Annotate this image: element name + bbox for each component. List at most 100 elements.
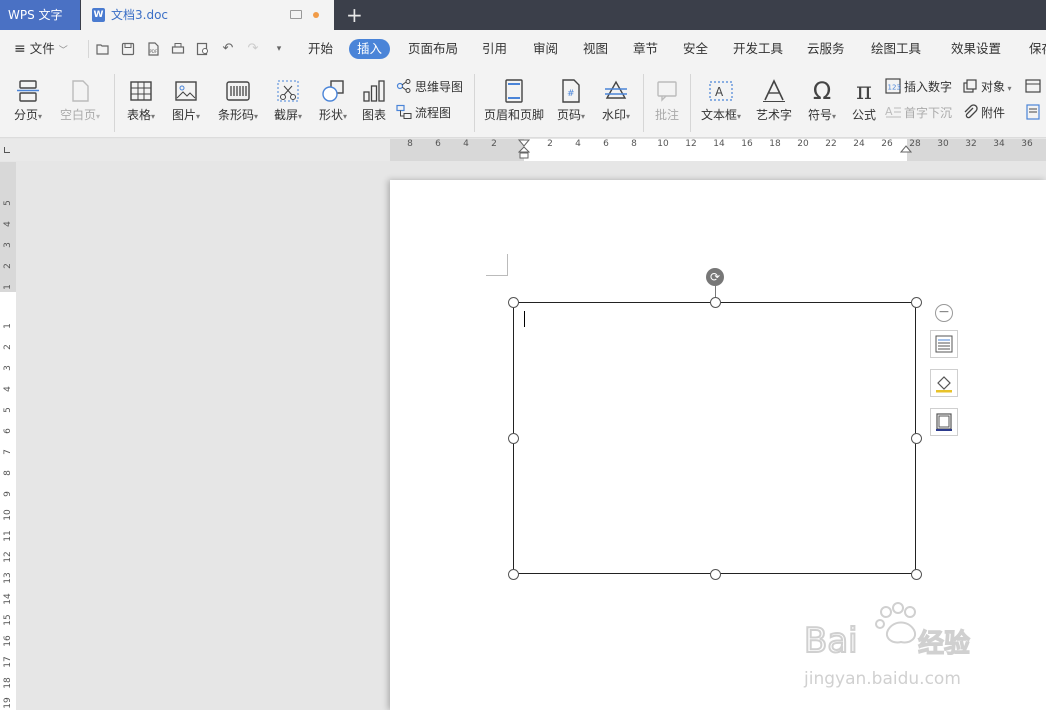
symbol-button[interactable]: Ω 符号▾ <box>802 68 842 130</box>
ribbon-divider <box>643 74 644 132</box>
header-footer-icon <box>505 79 523 103</box>
table-button[interactable]: 表格▾ <box>120 68 162 130</box>
new-tab-plus-icon[interactable]: + <box>346 4 363 26</box>
blank-page-button[interactable]: 空白页▾ <box>54 68 106 130</box>
picture-icon <box>175 81 197 101</box>
svg-text:#: # <box>567 89 575 99</box>
open-folder-icon[interactable] <box>96 42 110 56</box>
table-icon <box>130 81 152 101</box>
mind-map-button[interactable]: 思维导图 <box>396 77 463 97</box>
tab-section[interactable]: 章节 <box>633 30 658 68</box>
comment-label: 批注 <box>654 108 679 122</box>
ruler-tick: 14 <box>3 593 13 605</box>
ruler-tick: 2 <box>547 139 553 149</box>
shape-button[interactable]: 形状▾ <box>312 68 354 130</box>
vertical-ruler[interactable]: 5 4 3 2 1 1 2 3 4 5 6 7 8 9 10 11 12 13 … <box>0 162 16 710</box>
monitor-icon[interactable] <box>290 10 302 19</box>
quick-access-dropdown-icon[interactable]: ▾ <box>272 42 286 56</box>
page-number-button[interactable]: # 页码▾ <box>552 68 590 130</box>
rotate-icon[interactable]: ⟳ <box>706 268 724 286</box>
right-indent-marker-icon[interactable] <box>900 145 912 153</box>
object-button[interactable]: 对象 ▾ <box>962 77 1012 97</box>
indent-marker-icon[interactable] <box>518 139 530 159</box>
drop-cap-button[interactable]: A 首字下沉 <box>885 103 952 123</box>
resize-handle-bottom[interactable] <box>710 569 721 580</box>
collapse-toolbar-icon[interactable]: − <box>935 304 953 322</box>
save-icon[interactable] <box>121 42 135 56</box>
formula-button[interactable]: π 公式 <box>846 68 882 130</box>
ruler-tick: 14 <box>713 139 725 149</box>
tab-references[interactable]: 引用 <box>482 30 507 68</box>
paperclip-icon <box>964 104 978 119</box>
barcode-button[interactable]: 条形码▾ <box>210 68 266 130</box>
ruler-tick: 4 <box>463 139 469 149</box>
tab-review[interactable]: 审阅 <box>533 30 558 68</box>
tab-save[interactable]: 保存 <box>1029 30 1046 68</box>
tab-view[interactable]: 视图 <box>583 30 608 68</box>
resize-handle-right[interactable] <box>911 433 922 444</box>
resize-handle-top-left[interactable] <box>508 297 519 308</box>
formula-label: 公式 <box>851 108 876 122</box>
outline-button[interactable] <box>930 408 958 436</box>
app-menu-tab[interactable]: WPS 文字 <box>0 0 80 30</box>
resize-handle-top[interactable] <box>710 297 721 308</box>
pi-icon: π <box>856 77 872 105</box>
resize-handle-bottom-right[interactable] <box>911 569 922 580</box>
omega-icon: Ω <box>812 77 832 105</box>
undo-icon[interactable]: ↶ <box>221 42 235 56</box>
word-art-label: 艺术字 <box>755 108 792 122</box>
chart-button[interactable]: 图表 <box>357 68 391 130</box>
blank-page-icon <box>72 80 89 102</box>
horizontal-ruler[interactable]: 8 6 4 2 2 4 6 8 10 12 14 16 18 20 22 24 … <box>0 139 1046 161</box>
text-box[interactable] <box>513 302 916 574</box>
flowchart-label: 流程图 <box>415 106 452 120</box>
flowchart-button[interactable]: 流程图 <box>396 103 451 123</box>
tab-home[interactable]: 开始 <box>308 30 333 68</box>
text-wrap-icon <box>935 335 953 353</box>
insert-number-icon: 123 <box>885 78 901 94</box>
resize-handle-left[interactable] <box>508 433 519 444</box>
text-wrap-button[interactable] <box>930 330 958 358</box>
tab-insert[interactable]: 插入 <box>349 39 391 59</box>
print-icon[interactable] <box>171 42 185 56</box>
ruler-tick: 6 <box>3 428 13 434</box>
tab-page-layout[interactable]: 页面布局 <box>408 30 458 68</box>
object-label: 对象 <box>981 80 1006 94</box>
calendar-icon[interactable] <box>1025 77 1044 97</box>
document-icon[interactable] <box>1025 103 1044 123</box>
menu-bar: ≡ 文件 ﹀ PDF ↶ ↷ ▾ 开始 插入 页面布局 引用 审阅 视图 章节 … <box>0 30 1046 68</box>
text-box-icon: A <box>709 81 733 101</box>
resize-handle-bottom-left[interactable] <box>508 569 519 580</box>
document-tab[interactable]: W 文档3.doc <box>81 0 334 30</box>
tab-cloud-services[interactable]: 云服务 <box>807 30 845 68</box>
word-art-button[interactable]: 艺术字 <box>752 68 796 130</box>
ribbon-divider <box>690 74 691 132</box>
insert-number-button[interactable]: 123 插入数字 <box>885 77 952 97</box>
ruler-tick: 12 <box>685 139 697 149</box>
ruler-tick: 34 <box>993 139 1005 149</box>
comment-button[interactable]: 批注 <box>648 68 686 130</box>
svg-text:PDF: PDF <box>150 49 158 54</box>
export-pdf-icon[interactable]: PDF <box>146 42 160 56</box>
header-footer-button[interactable]: 页眉和页脚 <box>480 68 548 130</box>
tab-developer-tools[interactable]: 开发工具 <box>733 30 783 68</box>
word-art-icon <box>763 79 785 102</box>
ruler-tick: 2 <box>3 344 13 350</box>
attachment-button[interactable]: 附件 <box>962 103 1005 123</box>
fill-button[interactable] <box>930 369 958 397</box>
screenshot-label: 截屏 <box>273 108 298 122</box>
screenshot-button[interactable]: 截屏▾ <box>268 68 308 130</box>
ruler-tick: 12 <box>3 551 13 563</box>
file-menu[interactable]: ≡ 文件 ﹀ <box>14 30 68 68</box>
tab-security[interactable]: 安全 <box>683 30 708 68</box>
print-preview-icon[interactable] <box>196 42 210 56</box>
tab-stop-selector[interactable] <box>4 147 10 153</box>
text-box-button[interactable]: A 文本框▾ <box>696 68 746 130</box>
page-break-button[interactable]: 分页▾ <box>6 68 50 130</box>
watermark-button[interactable]: 水印▾ <box>596 68 636 130</box>
picture-button[interactable]: 图片▾ <box>166 68 206 130</box>
tab-drawing-tools[interactable]: 绘图工具 <box>871 30 921 68</box>
tab-effect-settings[interactable]: 效果设置 <box>951 30 1001 68</box>
resize-handle-top-right[interactable] <box>911 297 922 308</box>
redo-icon[interactable]: ↷ <box>246 42 260 56</box>
